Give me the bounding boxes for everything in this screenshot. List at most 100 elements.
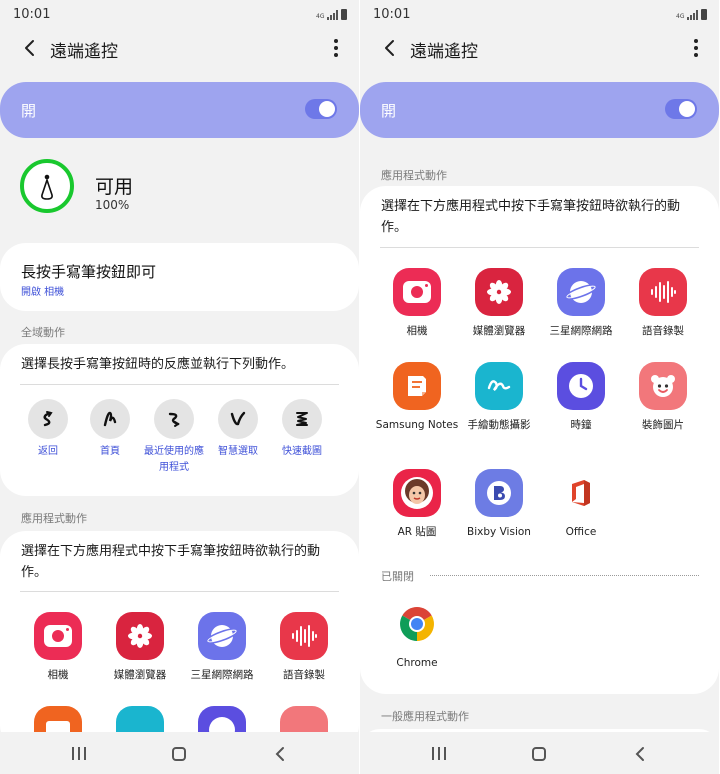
app-name: AR 貼圖 xyxy=(397,526,437,538)
app-chrome[interactable]: Chrome xyxy=(373,600,461,670)
app-samsung-internet[interactable]: 三星網際網路 xyxy=(178,612,266,682)
right-screen: 10:01 4G 遠端遙控 開 應用程式動作 選擇在下方應用程式中按下手寫筆按鈕… xyxy=(360,0,719,774)
ar-emoji-icon xyxy=(393,469,441,517)
back-arrow-icon[interactable] xyxy=(20,38,40,58)
app-actions-description: 選擇在下方應用程式中按下手寫筆按鈕時欲執行的動作。 xyxy=(381,199,681,235)
gesture-label: 智慧選取 xyxy=(218,446,258,457)
nav-back-icon[interactable] xyxy=(272,746,288,762)
app-camera[interactable]: 相機 xyxy=(14,612,102,682)
battery-icon xyxy=(341,9,347,20)
pen-battery: 100% xyxy=(95,198,130,212)
ar-decorate-icon xyxy=(639,362,687,410)
live-message-icon xyxy=(475,362,523,410)
home-gesture-icon xyxy=(103,411,117,427)
status-time: 10:01 xyxy=(13,7,51,22)
smart-select-gesture-icon xyxy=(230,411,246,426)
gesture-label: 最近使用的應用程式 xyxy=(144,446,204,473)
samsung-internet-icon xyxy=(198,612,246,660)
navigation-bar xyxy=(0,732,359,774)
home-icon[interactable] xyxy=(172,747,186,761)
long-press-subtitle: 開啟 相機 xyxy=(21,287,65,298)
status-bar: 10:01 4G xyxy=(0,0,359,30)
voice-recorder-icon xyxy=(639,268,687,316)
app-name: 語音錄製 xyxy=(642,325,684,337)
signal-icon xyxy=(687,10,698,20)
closed-apps-header: 已關閉 xyxy=(381,570,414,583)
gallery-icon xyxy=(116,612,164,660)
master-switch-bar[interactable]: 開 xyxy=(0,82,359,138)
screenshot-gesture-icon xyxy=(296,412,308,426)
master-switch-label: 開 xyxy=(21,102,37,120)
gesture-home[interactable]: 首頁 xyxy=(78,399,142,460)
app-bar: 遠端遙控 xyxy=(360,30,719,66)
app-camera[interactable]: 相機 xyxy=(373,268,461,338)
app-samsung-internet[interactable]: 三星網際網路 xyxy=(537,268,625,338)
left-screen: 10:01 4G 遠端遙控 開 可用 100% 長按手寫筆按鈕即可 開啟 相機 … xyxy=(0,0,359,774)
bixby-vision-icon xyxy=(475,469,523,517)
samsung-internet-icon xyxy=(557,268,605,316)
battery-icon xyxy=(701,9,707,20)
app-name: 媒體瀏覽器 xyxy=(113,669,167,681)
nav-back-icon[interactable] xyxy=(632,746,648,762)
app-gallery[interactable]: 媒體瀏覽器 xyxy=(455,268,543,338)
back-gesture-icon xyxy=(43,411,53,427)
app-gallery[interactable]: 媒體瀏覽器 xyxy=(96,612,184,682)
more-options-icon[interactable] xyxy=(693,39,699,57)
app-name: 三星網際網路 xyxy=(549,325,613,337)
page-title: 遠端遙控 xyxy=(50,42,118,62)
app-live-message[interactable]: 手繪動態攝影 xyxy=(455,362,543,432)
gesture-label: 快速截圖 xyxy=(282,446,322,457)
global-actions-description: 選擇長按手寫筆按鈕時的反應並執行下列動作。 xyxy=(21,357,295,372)
gesture-back[interactable]: 返回 xyxy=(16,399,80,460)
app-name: Bixby Vision xyxy=(467,526,531,538)
app-office[interactable]: Office xyxy=(537,469,625,539)
gesture-label: 首頁 xyxy=(100,446,120,457)
app-samsung-notes[interactable]: Samsung Notes xyxy=(373,362,461,432)
master-toggle[interactable] xyxy=(305,99,337,119)
recent-apps-icon[interactable] xyxy=(72,747,86,761)
camera-icon xyxy=(393,268,441,316)
signal-icon xyxy=(327,10,338,20)
pen-availability: 可用 xyxy=(95,176,134,198)
pen-icon xyxy=(20,159,74,213)
app-voice-recorder[interactable]: 語音錄製 xyxy=(260,612,348,682)
app-name: Office xyxy=(565,526,597,538)
closed-divider xyxy=(430,575,699,576)
back-arrow-icon[interactable] xyxy=(380,38,400,58)
gesture-smart-select[interactable]: 智慧選取 xyxy=(206,399,270,460)
app-name: 相機 xyxy=(406,325,428,337)
gesture-recent-apps[interactable]: 最近使用的應用程式 xyxy=(142,399,206,476)
pen-status: 可用 100% xyxy=(0,150,359,230)
app-bixby-vision[interactable]: Bixby Vision xyxy=(455,469,543,539)
office-icon xyxy=(557,469,605,517)
chrome-icon xyxy=(393,600,441,648)
samsung-notes-icon xyxy=(393,362,441,410)
voice-recorder-icon xyxy=(280,612,328,660)
master-switch-bar[interactable]: 開 xyxy=(360,82,719,138)
gallery-icon xyxy=(475,268,523,316)
app-actions-header: 應用程式動作 xyxy=(381,169,447,182)
master-toggle[interactable] xyxy=(665,99,697,119)
long-press-setting[interactable]: 長按手寫筆按鈕即可 開啟 相機 xyxy=(0,243,359,311)
app-name: 手繪動態攝影 xyxy=(467,419,531,431)
status-time: 10:01 xyxy=(373,7,411,22)
more-options-icon[interactable] xyxy=(333,39,339,57)
app-ar-emoji[interactable]: AR 貼圖 xyxy=(373,469,461,539)
app-name: 相機 xyxy=(47,669,69,681)
app-actions-header: 應用程式動作 xyxy=(21,512,87,525)
app-name: Chrome xyxy=(396,657,438,669)
home-icon[interactable] xyxy=(532,747,546,761)
app-name: Samsung Notes xyxy=(375,419,459,431)
gesture-screenshot[interactable]: 快速截圖 xyxy=(270,399,334,460)
master-switch-label: 開 xyxy=(381,102,397,120)
app-ar-decorate[interactable]: 裝飾圖片 xyxy=(619,362,707,432)
app-name: 三星網際網路 xyxy=(190,669,254,681)
app-voice-recorder[interactable]: 語音錄製 xyxy=(619,268,707,338)
general-actions-header: 一般應用程式動作 xyxy=(381,710,469,723)
global-actions-header: 全域動作 xyxy=(21,326,65,339)
recent-apps-icon[interactable] xyxy=(432,747,446,761)
app-clock[interactable]: 時鐘 xyxy=(537,362,625,432)
app-actions-description: 選擇在下方應用程式中按下手寫筆按鈕時欲執行的動作。 xyxy=(21,544,321,580)
status-bar: 10:01 4G xyxy=(360,0,719,30)
app-name: 媒體瀏覽器 xyxy=(472,325,526,337)
